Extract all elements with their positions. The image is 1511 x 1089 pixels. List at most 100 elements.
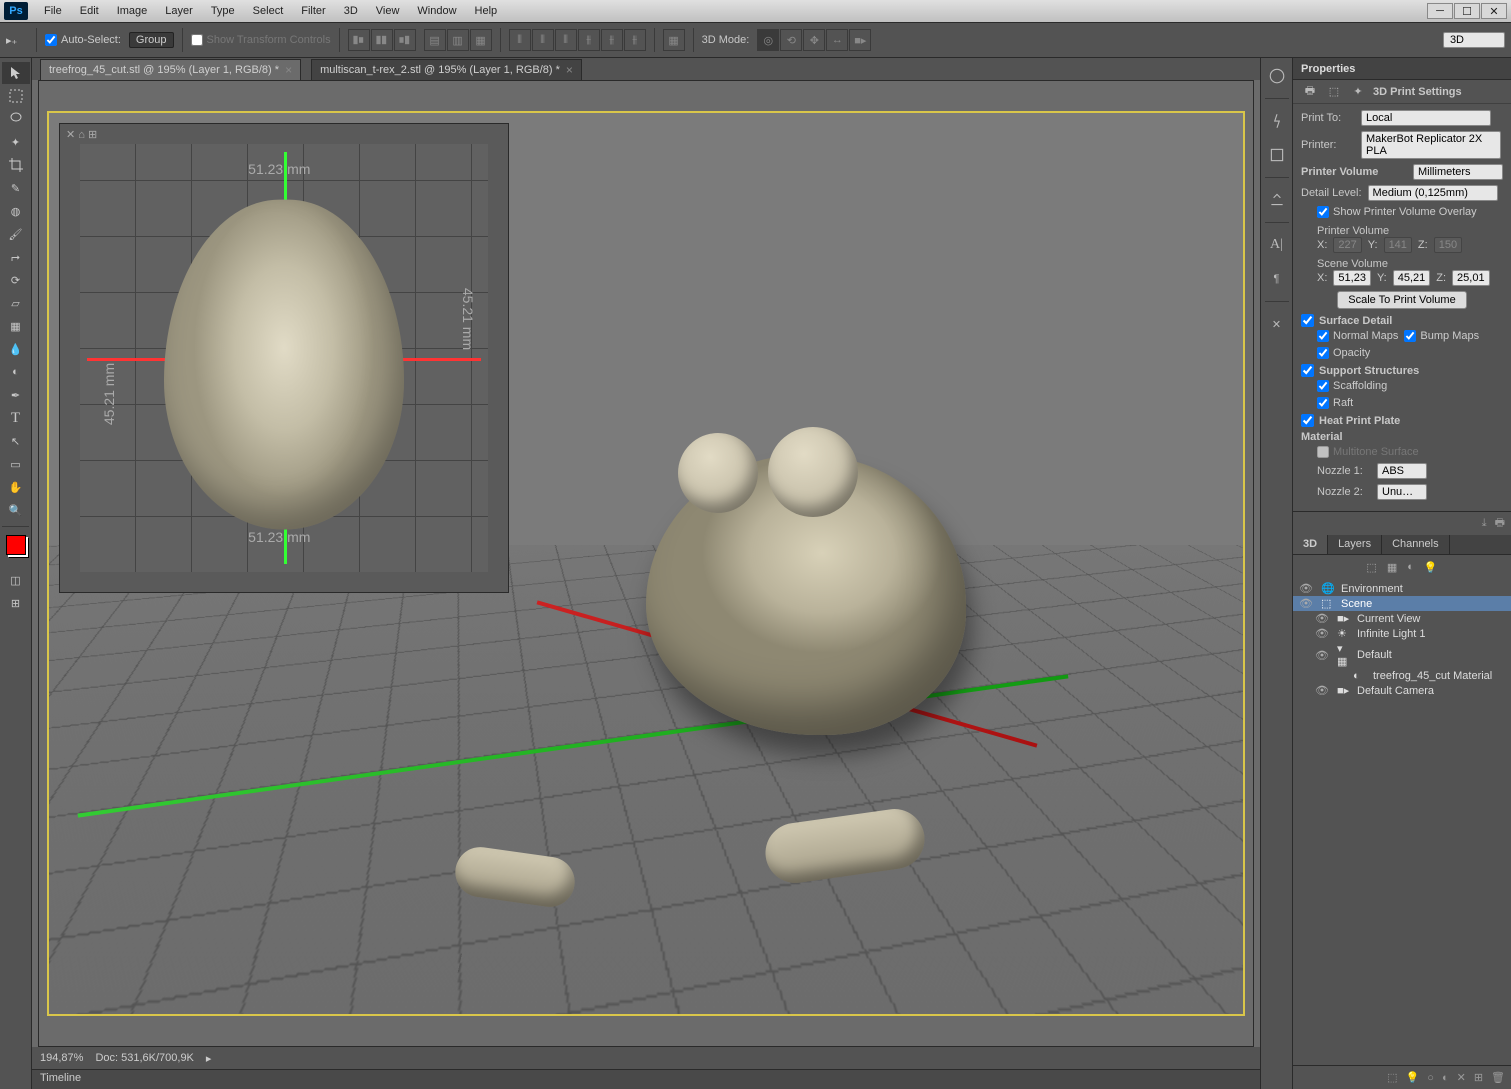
- menu-help[interactable]: Help: [467, 2, 506, 20]
- path-tool[interactable]: ↖: [2, 430, 30, 452]
- tree-item[interactable]: 👁■▸Default Camera: [1293, 683, 1511, 698]
- align-btn[interactable]: [371, 29, 393, 51]
- detail-select[interactable]: Medium (0,125mm): [1368, 185, 1498, 201]
- crop-tool[interactable]: [2, 154, 30, 176]
- eraser-tool[interactable]: ▱: [2, 292, 30, 314]
- stamp-tool[interactable]: ⮣: [2, 246, 30, 268]
- dist-btn[interactable]: ⫵: [601, 29, 623, 51]
- shape-tool[interactable]: ▭: [2, 453, 30, 475]
- rail-btn[interactable]: [1265, 64, 1289, 88]
- rail-btn[interactable]: A|: [1265, 233, 1289, 257]
- raft-checkbox[interactable]: Raft: [1317, 397, 1371, 409]
- marquee-tool[interactable]: [2, 85, 30, 107]
- tree-item[interactable]: 👁■▸Current View: [1293, 611, 1511, 626]
- menu-edit[interactable]: Edit: [72, 2, 107, 20]
- pen-tool[interactable]: ✒: [2, 384, 30, 406]
- align-btn[interactable]: [348, 29, 370, 51]
- menu-3d[interactable]: 3D: [336, 2, 366, 20]
- dist-btn[interactable]: ⫴: [509, 29, 531, 51]
- filter-light-icon[interactable]: 💡: [1424, 561, 1438, 574]
- close-icon[interactable]: ×: [566, 63, 573, 77]
- menu-file[interactable]: File: [36, 2, 70, 20]
- 3d-pan-btn[interactable]: ✥: [803, 29, 825, 51]
- print-to-select[interactable]: Local: [1361, 110, 1491, 126]
- filter-mesh-icon[interactable]: ▦: [1387, 561, 1397, 574]
- 3d-model[interactable]: [646, 455, 966, 735]
- menu-type[interactable]: Type: [203, 2, 243, 20]
- 3d-roll-btn[interactable]: ⟲: [780, 29, 802, 51]
- svol-y[interactable]: 45,21: [1393, 270, 1431, 286]
- scaffold-checkbox[interactable]: Scaffolding: [1317, 380, 1387, 392]
- align-btn[interactable]: [394, 29, 416, 51]
- footer-icon[interactable]: ⬚: [1387, 1071, 1397, 1084]
- unit-select[interactable]: Millimeters: [1413, 164, 1503, 180]
- dodge-tool[interactable]: ◐: [2, 361, 30, 383]
- align-btn[interactable]: ▥: [447, 29, 469, 51]
- menu-select[interactable]: Select: [245, 2, 292, 20]
- 3d-orbit-btn[interactable]: ◎: [757, 29, 779, 51]
- footer-icon[interactable]: 💡: [1406, 1071, 1420, 1084]
- support-checkbox[interactable]: [1301, 364, 1314, 377]
- svol-x[interactable]: 51,23: [1333, 270, 1371, 286]
- minimize-button[interactable]: ─: [1427, 3, 1453, 19]
- auto-select-checkbox[interactable]: Auto-Select:: [45, 34, 121, 46]
- quick-mask-btn[interactable]: ◫: [2, 569, 30, 591]
- doc-tab-0[interactable]: treefrog_45_cut.stl @ 195% (Layer 1, RGB…: [40, 59, 301, 80]
- rail-btn[interactable]: [1265, 188, 1289, 212]
- tab-channels[interactable]: Channels: [1382, 535, 1449, 554]
- normal-maps-checkbox[interactable]: Normal Maps: [1317, 330, 1398, 342]
- printer-select[interactable]: MakerBot Replicator 2X PLA: [1361, 131, 1501, 159]
- menu-view[interactable]: View: [368, 2, 408, 20]
- footer-icon[interactable]: ✕: [1457, 1071, 1466, 1084]
- dist-btn[interactable]: ⫵: [578, 29, 600, 51]
- align-btn[interactable]: ▤: [424, 29, 446, 51]
- footer-icon[interactable]: ◐: [1442, 1072, 1449, 1084]
- dist-btn[interactable]: ⫵: [624, 29, 646, 51]
- tree-item[interactable]: 👁⬚Scene: [1293, 596, 1511, 611]
- menu-filter[interactable]: Filter: [293, 2, 333, 20]
- type-tool[interactable]: T: [2, 407, 30, 429]
- tree-item[interactable]: ◐treefrog_45_cut Material: [1293, 669, 1511, 683]
- opacity-checkbox[interactable]: Opacity: [1317, 347, 1371, 359]
- timeline-panel[interactable]: Timeline: [32, 1069, 1260, 1089]
- nozzle2-select[interactable]: Unu…: [1377, 484, 1427, 500]
- doc-tab-1[interactable]: multiscan_t-rex_2.stl @ 195% (Layer 1, R…: [311, 59, 582, 80]
- show-overlay-checkbox[interactable]: Show Printer Volume Overlay: [1317, 206, 1477, 218]
- gradient-tool[interactable]: ▦: [2, 315, 30, 337]
- show-transform-checkbox[interactable]: Show Transform Controls: [191, 34, 331, 46]
- close-icon[interactable]: ×: [285, 63, 292, 77]
- hand-tool[interactable]: ✋: [2, 476, 30, 498]
- move-tool[interactable]: [2, 62, 30, 84]
- surface-checkbox[interactable]: [1301, 314, 1314, 327]
- blur-tool[interactable]: 💧: [2, 338, 30, 360]
- wand-tool[interactable]: ✦: [2, 131, 30, 153]
- bump-maps-checkbox[interactable]: Bump Maps: [1404, 330, 1479, 342]
- tree-item[interactable]: 👁▾ ▦Default: [1293, 641, 1511, 669]
- svol-z[interactable]: 25,01: [1452, 270, 1490, 286]
- canvas[interactable]: ✕ ⌂ ⊞ 51.23 mm 51.23 mm 45.21 mm 45.21 m…: [38, 80, 1254, 1047]
- tree-item[interactable]: 👁☀Infinite Light 1: [1293, 626, 1511, 641]
- 3d-zoom-btn[interactable]: ■▸: [849, 29, 871, 51]
- print-icon[interactable]: 🖶: [1495, 514, 1505, 533]
- trash-icon[interactable]: 🗑: [1491, 1071, 1505, 1084]
- nozzle1-select[interactable]: ABS: [1377, 463, 1427, 479]
- maximize-button[interactable]: ☐: [1454, 3, 1480, 19]
- scale-btn[interactable]: Scale To Print Volume: [1337, 291, 1466, 309]
- secondary-view[interactable]: ✕ ⌂ ⊞ 51.23 mm 51.23 mm 45.21 mm 45.21 m…: [59, 123, 509, 593]
- screen-mode-btn[interactable]: ⊞: [2, 592, 30, 614]
- tab-layers[interactable]: Layers: [1328, 535, 1382, 554]
- brush-tool[interactable]: 🖌: [2, 223, 30, 245]
- tab-3d[interactable]: 3D: [1293, 535, 1328, 554]
- filter-material-icon[interactable]: ◐: [1407, 561, 1414, 573]
- history-brush-tool[interactable]: ⟳: [2, 269, 30, 291]
- menu-window[interactable]: Window: [409, 2, 464, 20]
- dist-btn[interactable]: ⫴: [555, 29, 577, 51]
- filter-scene-icon[interactable]: ⬚: [1366, 561, 1376, 574]
- rail-btn[interactable]: [1265, 143, 1289, 167]
- new-icon[interactable]: ⊞: [1474, 1071, 1483, 1084]
- properties-tab[interactable]: Properties: [1293, 58, 1511, 80]
- lasso-tool[interactable]: [2, 108, 30, 130]
- dist-btn[interactable]: ⫴: [532, 29, 554, 51]
- menu-layer[interactable]: Layer: [157, 2, 201, 20]
- rail-btn[interactable]: ✕: [1265, 312, 1289, 336]
